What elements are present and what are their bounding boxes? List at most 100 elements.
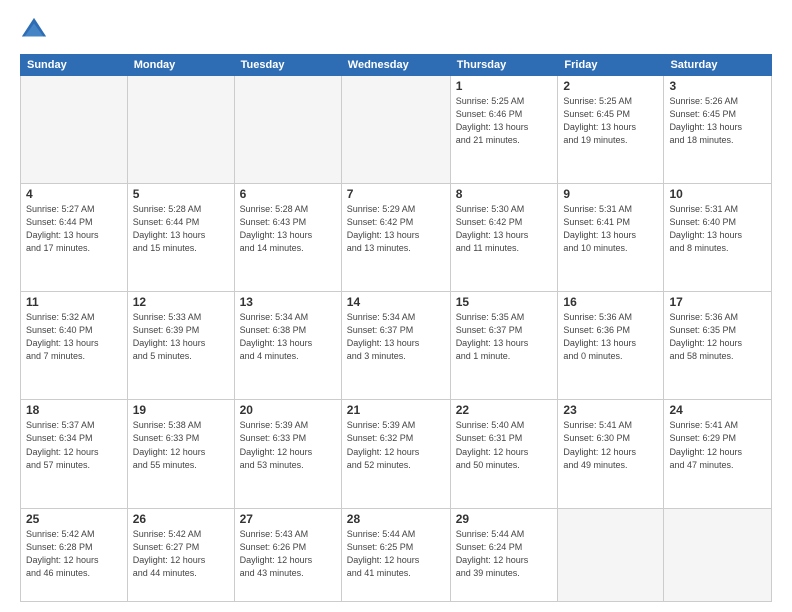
calendar-day-header: Thursday xyxy=(450,55,558,76)
day-number: 13 xyxy=(240,295,336,309)
day-detail: Sunrise: 5:41 AM Sunset: 6:29 PM Dayligh… xyxy=(669,419,766,471)
calendar-cell: 24 Sunrise: 5:41 AM Sunset: 6:29 PM Dayli… xyxy=(664,400,772,508)
day-number: 8 xyxy=(456,187,553,201)
calendar-cell: 22 Sunrise: 5:40 AM Sunset: 6:31 PM Dayli… xyxy=(450,400,558,508)
day-detail: Sunrise: 5:36 AM Sunset: 6:36 PM Dayligh… xyxy=(563,311,658,363)
calendar-cell: 9 Sunrise: 5:31 AM Sunset: 6:41 PM Daylig… xyxy=(558,184,664,292)
calendar-cell: 17 Sunrise: 5:36 AM Sunset: 6:35 PM Dayli… xyxy=(664,292,772,400)
calendar-cell: 25 Sunrise: 5:42 AM Sunset: 6:28 PM Dayli… xyxy=(21,508,128,601)
day-detail: Sunrise: 5:35 AM Sunset: 6:37 PM Dayligh… xyxy=(456,311,553,363)
day-detail: Sunrise: 5:44 AM Sunset: 6:25 PM Dayligh… xyxy=(347,528,445,580)
day-number: 19 xyxy=(133,403,229,417)
day-number: 26 xyxy=(133,512,229,526)
calendar-cell xyxy=(341,76,450,184)
calendar-day-header: Monday xyxy=(127,55,234,76)
calendar-cell: 16 Sunrise: 5:36 AM Sunset: 6:36 PM Dayli… xyxy=(558,292,664,400)
calendar-cell: 27 Sunrise: 5:43 AM Sunset: 6:26 PM Dayli… xyxy=(234,508,341,601)
day-detail: Sunrise: 5:26 AM Sunset: 6:45 PM Dayligh… xyxy=(669,95,766,147)
day-number: 27 xyxy=(240,512,336,526)
day-detail: Sunrise: 5:38 AM Sunset: 6:33 PM Dayligh… xyxy=(133,419,229,471)
page: SundayMondayTuesdayWednesdayThursdayFrid… xyxy=(0,0,792,612)
calendar-cell: 20 Sunrise: 5:39 AM Sunset: 6:33 PM Dayli… xyxy=(234,400,341,508)
calendar-cell: 13 Sunrise: 5:34 AM Sunset: 6:38 PM Dayli… xyxy=(234,292,341,400)
day-detail: Sunrise: 5:43 AM Sunset: 6:26 PM Dayligh… xyxy=(240,528,336,580)
day-number: 2 xyxy=(563,79,658,93)
calendar-day-header: Friday xyxy=(558,55,664,76)
day-detail: Sunrise: 5:44 AM Sunset: 6:24 PM Dayligh… xyxy=(456,528,553,580)
calendar-week-row: 11 Sunrise: 5:32 AM Sunset: 6:40 PM Dayli… xyxy=(21,292,772,400)
calendar-cell: 2 Sunrise: 5:25 AM Sunset: 6:45 PM Daylig… xyxy=(558,76,664,184)
calendar-cell: 28 Sunrise: 5:44 AM Sunset: 6:25 PM Dayli… xyxy=(341,508,450,601)
day-detail: Sunrise: 5:37 AM Sunset: 6:34 PM Dayligh… xyxy=(26,419,122,471)
logo xyxy=(20,16,52,44)
day-number: 21 xyxy=(347,403,445,417)
calendar-cell xyxy=(664,508,772,601)
day-number: 22 xyxy=(456,403,553,417)
day-detail: Sunrise: 5:42 AM Sunset: 6:28 PM Dayligh… xyxy=(26,528,122,580)
calendar-cell: 15 Sunrise: 5:35 AM Sunset: 6:37 PM Dayli… xyxy=(450,292,558,400)
calendar-cell: 23Sunrise: 5:41 AM Sunset: 6:30 PM Dayli… xyxy=(558,400,664,508)
day-detail: Sunrise: 5:39 AM Sunset: 6:32 PM Dayligh… xyxy=(347,419,445,471)
header xyxy=(20,16,772,44)
logo-icon xyxy=(20,16,48,44)
day-detail: Sunrise: 5:28 AM Sunset: 6:43 PM Dayligh… xyxy=(240,203,336,255)
day-detail: Sunrise: 5:40 AM Sunset: 6:31 PM Dayligh… xyxy=(456,419,553,471)
day-detail: Sunrise: 5:27 AM Sunset: 6:44 PM Dayligh… xyxy=(26,203,122,255)
day-number: 11 xyxy=(26,295,122,309)
day-number: 14 xyxy=(347,295,445,309)
calendar-cell: 1 Sunrise: 5:25 AM Sunset: 6:46 PM Daylig… xyxy=(450,76,558,184)
day-number: 15 xyxy=(456,295,553,309)
calendar-cell: 8 Sunrise: 5:30 AM Sunset: 6:42 PM Daylig… xyxy=(450,184,558,292)
day-detail: Sunrise: 5:36 AM Sunset: 6:35 PM Dayligh… xyxy=(669,311,766,363)
calendar-day-header: Wednesday xyxy=(341,55,450,76)
calendar-cell: 11 Sunrise: 5:32 AM Sunset: 6:40 PM Dayli… xyxy=(21,292,128,400)
day-number: 6 xyxy=(240,187,336,201)
calendar-week-row: 4 Sunrise: 5:27 AM Sunset: 6:44 PM Daylig… xyxy=(21,184,772,292)
day-number: 4 xyxy=(26,187,122,201)
calendar-cell: 18 Sunrise: 5:37 AM Sunset: 6:34 PM Dayli… xyxy=(21,400,128,508)
day-detail: Sunrise: 5:39 AM Sunset: 6:33 PM Dayligh… xyxy=(240,419,336,471)
day-number: 1 xyxy=(456,79,553,93)
day-detail: Sunrise: 5:25 AM Sunset: 6:46 PM Dayligh… xyxy=(456,95,553,147)
day-detail: Sunrise: 5:34 AM Sunset: 6:38 PM Dayligh… xyxy=(240,311,336,363)
day-number: 9 xyxy=(563,187,658,201)
calendar-cell: 7 Sunrise: 5:29 AM Sunset: 6:42 PM Daylig… xyxy=(341,184,450,292)
day-detail: Sunrise: 5:28 AM Sunset: 6:44 PM Dayligh… xyxy=(133,203,229,255)
calendar-day-header: Sunday xyxy=(21,55,128,76)
day-detail: Sunrise: 5:32 AM Sunset: 6:40 PM Dayligh… xyxy=(26,311,122,363)
day-number: 20 xyxy=(240,403,336,417)
calendar-week-row: 18 Sunrise: 5:37 AM Sunset: 6:34 PM Dayli… xyxy=(21,400,772,508)
day-detail: Sunrise: 5:30 AM Sunset: 6:42 PM Dayligh… xyxy=(456,203,553,255)
day-number: 24 xyxy=(669,403,766,417)
day-number: 5 xyxy=(133,187,229,201)
day-number: 18 xyxy=(26,403,122,417)
calendar-day-header: Saturday xyxy=(664,55,772,76)
calendar-cell xyxy=(234,76,341,184)
calendar-header-row: SundayMondayTuesdayWednesdayThursdayFrid… xyxy=(21,55,772,76)
calendar-cell: 4 Sunrise: 5:27 AM Sunset: 6:44 PM Daylig… xyxy=(21,184,128,292)
calendar-cell: 3 Sunrise: 5:26 AM Sunset: 6:45 PM Daylig… xyxy=(664,76,772,184)
day-number: 28 xyxy=(347,512,445,526)
day-detail: Sunrise: 5:25 AM Sunset: 6:45 PM Dayligh… xyxy=(563,95,658,147)
calendar-cell: 12Sunrise: 5:33 AM Sunset: 6:39 PM Dayli… xyxy=(127,292,234,400)
day-detail: Sunrise: 5:34 AM Sunset: 6:37 PM Dayligh… xyxy=(347,311,445,363)
day-number: 16 xyxy=(563,295,658,309)
calendar-day-header: Tuesday xyxy=(234,55,341,76)
calendar-cell xyxy=(127,76,234,184)
calendar-cell: 21 Sunrise: 5:39 AM Sunset: 6:32 PM Dayli… xyxy=(341,400,450,508)
day-detail: Sunrise: 5:42 AM Sunset: 6:27 PM Dayligh… xyxy=(133,528,229,580)
calendar-cell xyxy=(558,508,664,601)
day-number: 17 xyxy=(669,295,766,309)
calendar-week-row: 1 Sunrise: 5:25 AM Sunset: 6:46 PM Daylig… xyxy=(21,76,772,184)
calendar-cell: 5 Sunrise: 5:28 AM Sunset: 6:44 PM Daylig… xyxy=(127,184,234,292)
day-number: 10 xyxy=(669,187,766,201)
day-number: 25 xyxy=(26,512,122,526)
day-detail: Sunrise: 5:29 AM Sunset: 6:42 PM Dayligh… xyxy=(347,203,445,255)
day-detail: Sunrise: 5:31 AM Sunset: 6:41 PM Dayligh… xyxy=(563,203,658,255)
day-number: 3 xyxy=(669,79,766,93)
calendar-cell: 6 Sunrise: 5:28 AM Sunset: 6:43 PM Daylig… xyxy=(234,184,341,292)
calendar-cell xyxy=(21,76,128,184)
day-number: 7 xyxy=(347,187,445,201)
calendar-cell: 29Sunrise: 5:44 AM Sunset: 6:24 PM Dayli… xyxy=(450,508,558,601)
calendar-cell: 26 Sunrise: 5:42 AM Sunset: 6:27 PM Dayli… xyxy=(127,508,234,601)
